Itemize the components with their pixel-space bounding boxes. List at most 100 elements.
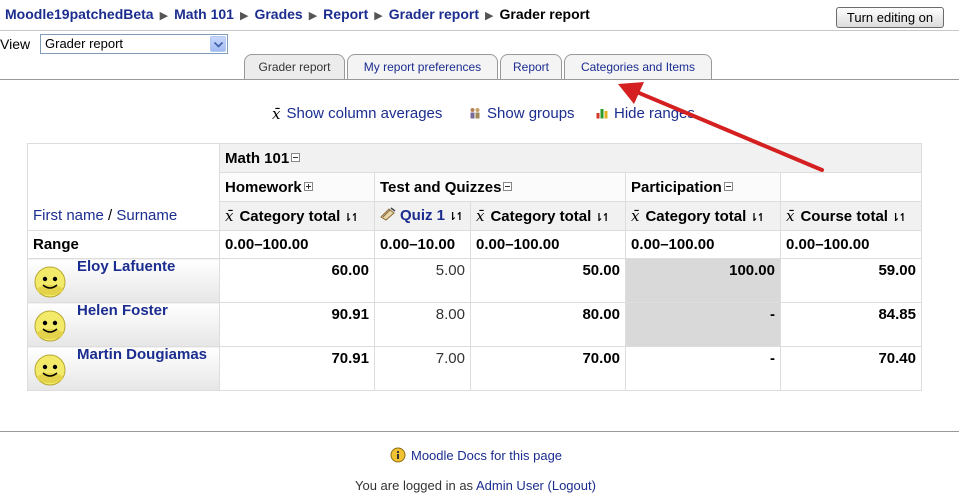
quiz-icon	[380, 207, 396, 225]
hw-category-total-header: x̄ Category total ⇂↿	[219, 201, 375, 231]
grade-cell[interactable]: 5.00	[374, 258, 471, 303]
breadcrumb: Moodle19patchedBeta ▶ Math 101 ▶ Grades ▶ Repo…	[5, 6, 590, 24]
grade-cell[interactable]: 70.00	[470, 346, 626, 391]
turn-editing-button[interactable]: Turn editing on	[836, 7, 944, 28]
grade-cell[interactable]: 70.91	[219, 346, 375, 391]
collapse-icon[interactable]	[723, 182, 733, 192]
name-header-slash: /	[108, 207, 113, 224]
breadcrumb-separator: ▶	[308, 10, 318, 22]
range-value: 0.00–100.00	[780, 230, 922, 259]
student-name-link[interactable]: Helen Foster	[77, 302, 168, 319]
student-cell: Eloy Lafuente	[27, 258, 220, 303]
table-row: Eloy Lafuente 60.00 5.00 50.00 100.00 59…	[27, 258, 922, 303]
tab-categories-and-items[interactable]: Categories and Items	[564, 54, 712, 80]
student-cell: Martin Dougiamas	[27, 346, 220, 391]
grade-cell[interactable]: -	[625, 346, 781, 391]
annotation-arrow	[618, 82, 824, 172]
grade-cell[interactable]: 100.00	[625, 258, 781, 303]
range-value: 0.00–100.00	[219, 230, 375, 259]
grade-cell[interactable]: -	[625, 302, 781, 347]
student-name-link[interactable]: Martin Dougiamas	[77, 346, 207, 363]
column-label: Category total	[490, 208, 592, 225]
ranges-icon	[596, 106, 608, 123]
grade-cell[interactable]: 60.00	[219, 258, 375, 303]
column-label: Category total	[645, 208, 747, 225]
name-header-cell: First name / Surname	[27, 143, 220, 231]
grade-cell[interactable]: 50.00	[470, 258, 626, 303]
column-label: Course total	[800, 208, 888, 225]
sort-icon[interactable]: ⇂↿	[749, 212, 766, 224]
part-category-total-header: x̄ Category total ⇂↿	[625, 201, 781, 231]
show-groups-link[interactable]: Show groups	[469, 105, 575, 123]
range-label: Range	[27, 230, 220, 259]
header-divider	[0, 30, 959, 31]
sort-icon[interactable]: ⇂↿	[891, 212, 908, 224]
info-icon	[390, 447, 406, 466]
expand-icon[interactable]	[303, 182, 313, 192]
groups-icon	[469, 106, 481, 123]
breadcrumb-current: Grader report	[499, 6, 590, 22]
breadcrumb-report[interactable]: Report	[323, 6, 368, 22]
breadcrumb-grader-report-link[interactable]: Grader report	[389, 6, 479, 22]
sort-icon[interactable]: ⇂↿	[343, 212, 360, 224]
average-icon: x̄	[631, 207, 640, 225]
average-icon: x̄	[476, 207, 485, 225]
grade-cell[interactable]: 84.85	[780, 302, 922, 347]
tq-category-total-header: x̄ Category total ⇂↿	[470, 201, 626, 231]
breadcrumb-grades[interactable]: Grades	[254, 6, 302, 22]
login-info-prefix: You are logged in as	[355, 478, 474, 493]
breadcrumb-separator: ▶	[374, 10, 383, 22]
login-info: You are logged in as Admin User (Logout)	[355, 478, 596, 493]
avatar[interactable]	[33, 308, 67, 342]
tab-report[interactable]: Report	[500, 54, 562, 80]
collapse-icon[interactable]	[291, 153, 301, 163]
range-value: 0.00–100.00	[625, 230, 781, 259]
average-icon: x̄	[272, 105, 281, 124]
sort-icon[interactable]: ⇂↿	[448, 211, 465, 223]
participation-category-label: Participation	[631, 178, 722, 196]
grade-cell[interactable]: 59.00	[780, 258, 922, 303]
student-cell: Helen Foster	[27, 302, 220, 347]
grader-table: First name / Surname Math 101 Homework T…	[27, 143, 922, 391]
tab-grader-report[interactable]: Grader report	[244, 54, 345, 80]
quiz1-header: Quiz 1 ⇂↿	[374, 201, 471, 231]
logout-link[interactable]: (Logout)	[548, 478, 596, 493]
column-label: Category total	[239, 208, 341, 225]
range-row: Range 0.00–100.00 0.00–10.00 0.00–100.00…	[27, 230, 922, 259]
quiz1-link[interactable]: Quiz 1	[400, 207, 445, 224]
user-link[interactable]: Admin User	[476, 478, 544, 493]
homework-category-label: Homework	[225, 178, 302, 196]
moodle-docs-label: Moodle Docs for this page	[411, 447, 563, 463]
average-icon: x̄	[786, 207, 795, 225]
avatar[interactable]	[33, 264, 67, 298]
grade-cell[interactable]: 7.00	[374, 346, 471, 391]
sort-surname-link[interactable]: Surname	[116, 207, 177, 224]
tab-my-report-preferences[interactable]: My report preferences	[347, 54, 498, 80]
grade-cell[interactable]: 70.40	[780, 346, 922, 391]
grade-cell[interactable]: 90.91	[219, 302, 375, 347]
average-icon: x̄	[225, 207, 234, 225]
course-total-header: x̄ Course total ⇂↿	[780, 201, 922, 231]
show-column-averages-link[interactable]: x̄ Show column averages	[272, 105, 442, 123]
breadcrumb-course[interactable]: Math 101	[174, 6, 234, 22]
breadcrumb-site[interactable]: Moodle19patchedBeta	[5, 6, 154, 22]
student-name-link[interactable]: Eloy Lafuente	[77, 258, 175, 275]
chevron-down-icon[interactable]	[210, 36, 226, 52]
collapse-icon[interactable]	[503, 182, 513, 192]
tests-category-header: Test and Quizzes	[374, 172, 626, 202]
table-row: Helen Foster 90.91 8.00 80.00 - 84.85	[27, 302, 922, 347]
sort-first-name-link[interactable]: First name	[33, 207, 104, 224]
tests-category-label: Test and Quizzes	[380, 178, 502, 196]
breadcrumb-separator: ▶	[485, 10, 494, 22]
grade-cell[interactable]: 8.00	[374, 302, 471, 347]
avatar[interactable]	[33, 352, 67, 386]
view-label: View	[0, 36, 31, 52]
grade-cell[interactable]: 80.00	[470, 302, 626, 347]
breadcrumb-separator: ▶	[159, 10, 169, 22]
range-value: 0.00–10.00	[374, 230, 471, 259]
moodle-docs-link[interactable]: Moodle Docs for this page	[390, 447, 562, 466]
view-select[interactable]: Grader report	[40, 34, 228, 54]
sort-icon[interactable]: ⇂↿	[594, 212, 611, 224]
footer-divider	[0, 431, 959, 432]
breadcrumb-separator: ▶	[239, 10, 249, 22]
